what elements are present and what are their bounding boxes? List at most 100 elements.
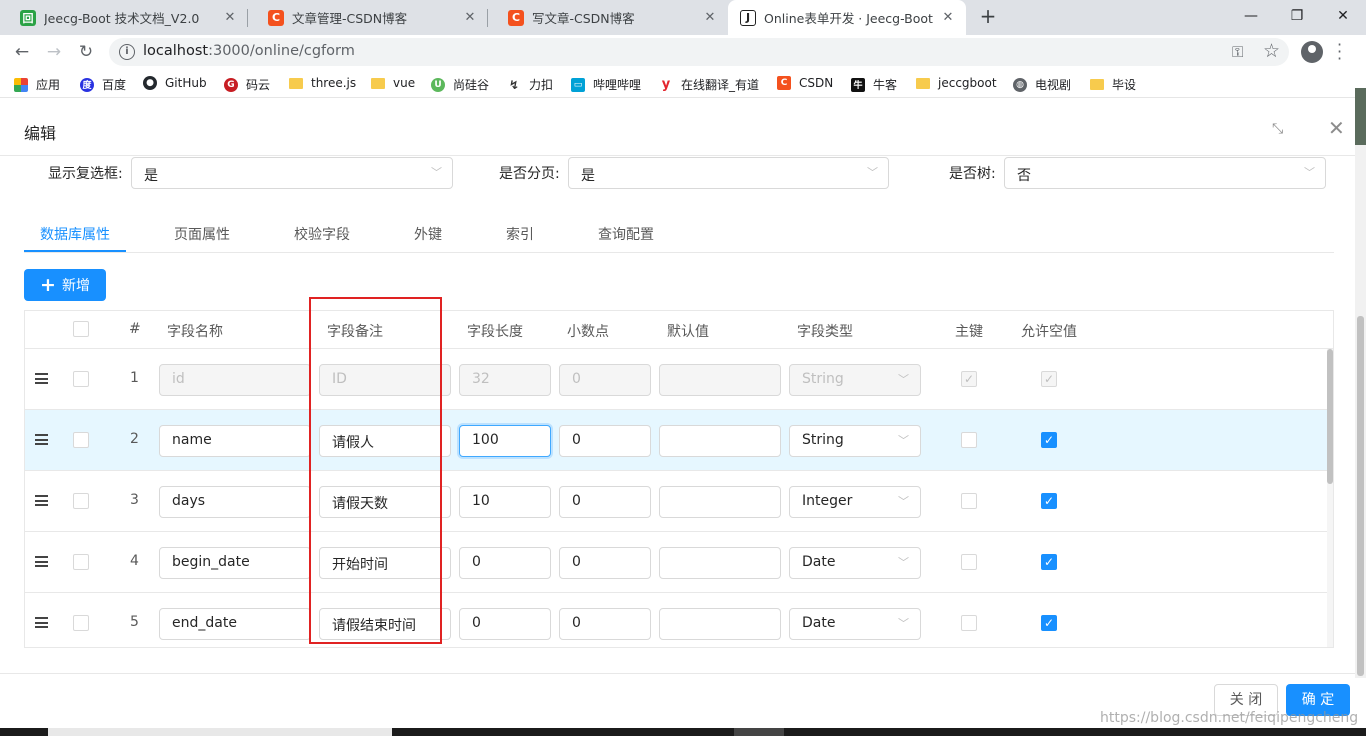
bookmark-baidu[interactable]: 度 百度: [80, 76, 126, 93]
taskbar-search-area[interactable]: [48, 728, 392, 736]
tab-indexes[interactable]: 索引: [506, 224, 534, 244]
field-type-select[interactable]: Integer ﹀: [789, 486, 921, 518]
close-tab-icon[interactable]: ✕: [222, 10, 238, 25]
page-scrollbar[interactable]: [1355, 88, 1366, 678]
field-length-input[interactable]: 32: [459, 364, 551, 396]
browser-tab-online-form[interactable]: J Online表单开发 · Jeecg-Boot 企 ✕: [728, 0, 966, 35]
bookmark-star-icon[interactable]: ☆: [1263, 40, 1280, 62]
field-length-input[interactable]: 0: [459, 608, 551, 640]
nullable-checkbox[interactable]: ✓: [1041, 554, 1057, 570]
field-type-select[interactable]: Date ﹀: [789, 608, 921, 640]
bookmark-jeccgboot[interactable]: jeccgboot: [916, 76, 997, 90]
modal-close-icon[interactable]: ✕: [1328, 116, 1345, 140]
field-decimal-input[interactable]: 0: [559, 425, 651, 457]
new-tab-icon[interactable]: +: [976, 4, 1000, 30]
bookmark-gitee[interactable]: G 码云: [224, 76, 270, 93]
bookmark-nowcoder[interactable]: 牛 牛客: [851, 76, 897, 93]
row-select-checkbox[interactable]: [73, 371, 89, 387]
tab-validation-fields[interactable]: 校验字段: [294, 224, 350, 244]
close-tab-icon[interactable]: ✕: [462, 10, 478, 25]
nullable-checkbox[interactable]: ✓: [1041, 615, 1057, 631]
field-type-select[interactable]: String ﹀: [789, 425, 921, 457]
field-name-input[interactable]: name: [159, 425, 311, 457]
forward-arrow-icon[interactable]: →: [42, 40, 66, 64]
paging-select[interactable]: 是 ﹀: [568, 157, 889, 189]
field-decimal-input[interactable]: 0: [559, 547, 651, 579]
field-name-input[interactable]: begin_date: [159, 547, 311, 579]
bookmark-youdao[interactable]: y 在线翻译_有道: [659, 76, 759, 93]
field-default-input[interactable]: [659, 608, 781, 640]
drag-handle-icon[interactable]: [35, 617, 48, 628]
drag-handle-icon[interactable]: [35, 373, 48, 384]
profile-avatar[interactable]: [1301, 41, 1323, 63]
key-icon[interactable]: ⚿: [1232, 43, 1243, 61]
restore-icon[interactable]: ❐: [1274, 0, 1320, 32]
taskbar-app[interactable]: [734, 728, 784, 736]
bookmark-github[interactable]: ● GitHub: [143, 76, 207, 90]
field-decimal-input[interactable]: 0: [559, 608, 651, 640]
primary-key-checkbox[interactable]: [961, 432, 977, 448]
browser-tab-csdn-manage[interactable]: C 文章管理-CSDN博客 ✕: [248, 0, 488, 35]
close-tab-icon[interactable]: ✕: [702, 10, 718, 25]
bookmark-graduation[interactable]: 毕设: [1090, 76, 1136, 93]
bookmark-leetcode[interactable]: ↯ 力扣: [507, 76, 553, 93]
bookmark-csdn[interactable]: C CSDN: [777, 76, 833, 90]
row-select-checkbox[interactable]: [73, 554, 89, 570]
field-comment-input[interactable]: ID: [319, 364, 451, 396]
show-checkbox-select[interactable]: 是 ﹀: [131, 157, 453, 189]
field-length-input[interactable]: 0: [459, 547, 551, 579]
bookmark-tv[interactable]: ◍ 电视剧: [1013, 76, 1071, 93]
bookmark-threejs[interactable]: three.js: [289, 76, 356, 90]
fullscreen-icon[interactable]: ⤡: [1272, 121, 1283, 137]
field-comment-input[interactable]: 请假人: [319, 425, 451, 457]
field-default-input[interactable]: [659, 364, 781, 396]
field-decimal-input[interactable]: 0: [559, 486, 651, 518]
tab-query-config[interactable]: 查询配置: [598, 224, 654, 244]
drag-handle-icon[interactable]: [35, 434, 48, 445]
site-info-icon[interactable]: i: [119, 44, 135, 60]
primary-key-checkbox[interactable]: ✓: [961, 371, 977, 387]
table-scrollbar-thumb[interactable]: [1327, 349, 1333, 484]
select-all-checkbox[interactable]: [73, 321, 89, 337]
primary-key-checkbox[interactable]: [961, 493, 977, 509]
field-length-input[interactable]: 100: [459, 425, 551, 457]
tab-foreign-keys[interactable]: 外键: [414, 224, 442, 244]
nullable-checkbox[interactable]: ✓: [1041, 432, 1057, 448]
field-name-input[interactable]: days: [159, 486, 311, 518]
field-default-input[interactable]: [659, 425, 781, 457]
bookmark-atguigu[interactable]: U 尚硅谷: [431, 76, 489, 93]
bookmark-bilibili[interactable]: ▭ 哔哩哔哩: [571, 76, 641, 93]
nullable-checkbox[interactable]: ✓: [1041, 371, 1057, 387]
field-comment-input[interactable]: 开始时间: [319, 547, 451, 579]
tab-page-attributes[interactable]: 页面属性: [174, 224, 230, 244]
field-comment-input[interactable]: 请假结束时间: [319, 608, 451, 640]
minimize-icon[interactable]: —: [1228, 0, 1274, 32]
field-comment-input[interactable]: 请假天数: [319, 486, 451, 518]
drag-handle-icon[interactable]: [35, 556, 48, 567]
menu-kebab-icon[interactable]: · · ·: [1337, 37, 1343, 67]
drag-handle-icon[interactable]: [35, 495, 48, 506]
tree-select[interactable]: 否 ﹀: [1004, 157, 1326, 189]
window-close-icon[interactable]: ✕: [1320, 0, 1366, 32]
row-select-checkbox[interactable]: [73, 493, 89, 509]
field-name-input[interactable]: id: [159, 364, 311, 396]
browser-tab-csdn-write[interactable]: C 写文章-CSDN博客 ✕: [488, 0, 728, 35]
table-scrollbar[interactable]: [1327, 349, 1333, 647]
bookmark-apps[interactable]: 应用: [14, 76, 60, 93]
reload-icon[interactable]: ↻: [74, 40, 98, 64]
primary-key-checkbox[interactable]: [961, 615, 977, 631]
field-name-input[interactable]: end_date: [159, 608, 311, 640]
nullable-checkbox[interactable]: ✓: [1041, 493, 1057, 509]
scrollbar-thumb[interactable]: [1357, 316, 1364, 676]
field-default-input[interactable]: [659, 486, 781, 518]
close-tab-icon[interactable]: ✕: [940, 10, 956, 25]
field-type-select[interactable]: Date ﹀: [789, 547, 921, 579]
field-decimal-input[interactable]: 0: [559, 364, 651, 396]
tab-database-attributes[interactable]: 数据库属性: [40, 224, 110, 244]
field-type-select[interactable]: String ﹀: [789, 364, 921, 396]
browser-tab-jeecg-doc[interactable]: 回 Jeecg-Boot 技术文档_V2.0 ✕: [0, 0, 248, 35]
row-select-checkbox[interactable]: [73, 432, 89, 448]
address-bar[interactable]: i localhost:3000/online/cgform: [109, 38, 1289, 66]
bookmark-vue[interactable]: vue: [371, 76, 415, 90]
add-field-button[interactable]: + 新增: [24, 269, 106, 301]
